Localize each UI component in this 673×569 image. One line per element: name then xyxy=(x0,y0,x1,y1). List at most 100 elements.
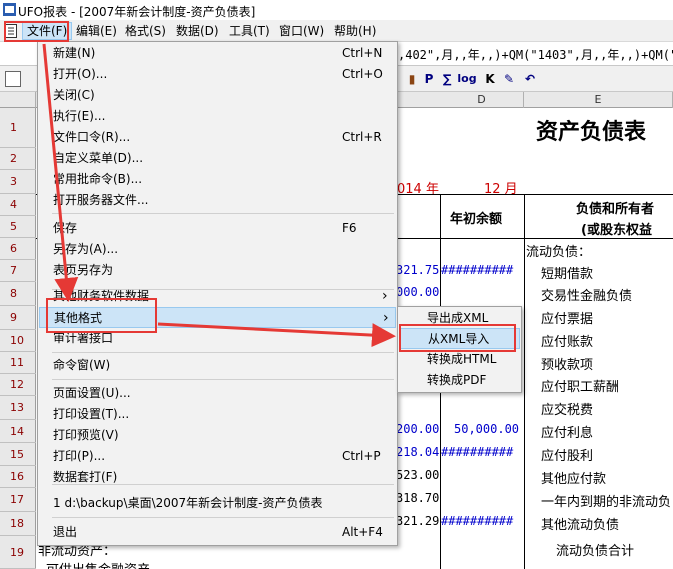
row-header[interactable]: 19 xyxy=(0,536,36,569)
row-header[interactable]: 18 xyxy=(0,512,36,536)
row-header[interactable]: 4 xyxy=(0,194,36,216)
period-end-value[interactable]: 000.00 xyxy=(396,285,439,299)
menu-item-page-setup[interactable]: 页面设置(U)... xyxy=(39,383,396,404)
row-header[interactable]: 14 xyxy=(0,420,36,443)
period-end-value[interactable]: 321.75 xyxy=(396,263,439,277)
liability-item[interactable]: 应付账款 xyxy=(541,331,593,350)
row-header[interactable]: 13 xyxy=(0,396,36,420)
period-end-value[interactable]: 200.00 xyxy=(396,422,439,436)
undo-icon[interactable]: ↶ xyxy=(522,71,538,87)
liability-item[interactable]: 一年内到期的非流动负 xyxy=(541,491,671,510)
column-header-d[interactable]: D xyxy=(440,92,524,108)
menu-data[interactable]: 数据(D) xyxy=(172,22,223,40)
liability-item[interactable]: 其他应付款 xyxy=(541,468,606,487)
liability-item[interactable]: 交易性金融负债 xyxy=(541,285,632,304)
row-header[interactable]: 9 xyxy=(0,306,36,330)
opening-balance-value[interactable]: ########## xyxy=(441,514,513,528)
menu-item-label: 退出 xyxy=(53,525,78,539)
row-header[interactable]: 6 xyxy=(0,238,36,260)
sum-icon[interactable]: ∑ xyxy=(439,71,455,87)
column-header-e[interactable]: E xyxy=(524,92,673,108)
menu-help[interactable]: 帮助(H) xyxy=(330,22,380,40)
column-divider-d xyxy=(524,194,525,569)
toolbar-k-icon[interactable]: K xyxy=(482,71,498,87)
menu-item-save-as[interactable]: 另存为(A)... xyxy=(39,239,396,260)
liability-item[interactable]: 短期借款 xyxy=(541,263,593,282)
partial-item[interactable]: 可供出售金融资产 xyxy=(46,559,150,569)
menu-item-batch-commands[interactable]: 常用批命令(B)... xyxy=(39,169,396,190)
annotation-box-import-xml xyxy=(399,324,516,352)
menu-item-data-overprint[interactable]: 数据套打(F) xyxy=(39,467,396,488)
row-header[interactable]: 7 xyxy=(0,260,36,282)
formula-text[interactable]: ,402",月,,年,,)+QM("1403",月,,年,,)+QM("140 xyxy=(398,46,673,63)
convert-html-item[interactable]: 转换成HTML xyxy=(399,349,520,370)
period-end-value[interactable]: 318.70 xyxy=(396,491,439,505)
period-end-value[interactable]: 218.04 xyxy=(396,445,439,459)
row-header[interactable]: 2 xyxy=(0,148,36,170)
row-header[interactable]: 1 xyxy=(0,108,36,148)
menu-item-label: 表页另存为 xyxy=(53,263,114,277)
liability-item[interactable]: 应付票据 xyxy=(541,308,593,327)
menu-item-recent-file-1[interactable]: 1 d:\backup\桌面\2007年新会计制度-资产负债表 xyxy=(39,493,396,514)
menu-item-print-preview[interactable]: 打印预览(V) xyxy=(39,425,396,446)
menu-item-save-sheet-as[interactable]: 表页另存为 xyxy=(39,260,396,281)
menu-format[interactable]: 格式(S) xyxy=(121,22,170,40)
row-header[interactable]: 10 xyxy=(0,330,36,352)
menu-item-open[interactable]: 打开(O)... Ctrl+O xyxy=(39,64,396,85)
convert-pdf-label: 转换成PDF xyxy=(427,373,487,387)
menu-item-print-setup[interactable]: 打印设置(T)... xyxy=(39,404,396,425)
menu-item-close[interactable]: 关闭(C) xyxy=(39,85,396,106)
menu-item-save[interactable]: 保存 F6 xyxy=(39,218,396,239)
convert-pdf-item[interactable]: 转换成PDF xyxy=(399,370,520,391)
liability-item[interactable]: 应付职工薪酬 xyxy=(541,376,619,395)
row-header[interactable]: 16 xyxy=(0,466,36,488)
menu-tools[interactable]: 工具(T) xyxy=(225,22,274,40)
row-header[interactable]: 11 xyxy=(0,352,36,374)
menu-item-new[interactable]: 新建(N) Ctrl+N xyxy=(39,43,396,64)
opening-balance-value[interactable]: 50,000.00 xyxy=(454,422,519,436)
menu-item-label: 保存 xyxy=(53,221,78,235)
menu-item-command-window[interactable]: 命令窗(W) xyxy=(39,355,396,376)
opening-balance-value[interactable]: ########## xyxy=(441,445,513,459)
menu-item-print[interactable]: 打印(P)... Ctrl+P xyxy=(39,446,396,467)
menu-window[interactable]: 窗口(W) xyxy=(275,22,328,40)
period-end-value[interactable]: 523.00 xyxy=(396,468,439,482)
menu-separator xyxy=(52,517,394,518)
liability-item[interactable]: 应交税费 xyxy=(541,399,593,418)
menu-item-exit[interactable]: 退出 Alt+F4 xyxy=(39,522,396,543)
liability-item[interactable]: 流动负债合计 xyxy=(556,540,634,559)
menu-edit[interactable]: 编辑(E) xyxy=(72,22,121,40)
print-icon[interactable]: ▮ xyxy=(404,71,420,87)
wizard-icon[interactable]: ✎ xyxy=(501,71,517,87)
row-header[interactable]: 5 xyxy=(0,216,36,238)
menu-item-custom-menu[interactable]: 自定义菜单(D)... xyxy=(39,148,396,169)
header-opening-balance: 年初余额 xyxy=(450,212,503,227)
annotation-box-other-formats xyxy=(46,298,157,333)
header-liabilities-2: (或股东权益 xyxy=(581,223,652,238)
liability-item[interactable]: 其他流动负债 xyxy=(541,514,619,533)
liability-item[interactable]: 应付利息 xyxy=(541,422,593,441)
row-header[interactable]: 8 xyxy=(0,282,36,306)
toolbar-p-icon[interactable]: P xyxy=(421,71,437,87)
chevron-right-icon: › xyxy=(383,310,389,326)
toolbar-icon-left[interactable] xyxy=(5,71,21,87)
row-header[interactable]: 15 xyxy=(0,443,36,466)
row-header[interactable]: 12 xyxy=(0,374,36,396)
menu-item-shortcut: F6 xyxy=(342,221,357,235)
menu-item-execute[interactable]: 执行(E)... xyxy=(39,106,396,127)
title-bar: UFO报表 - [2007年新会计制度-资产负债表] xyxy=(0,0,673,20)
menu-item-password[interactable]: 文件口令(R)... Ctrl+R xyxy=(39,127,396,148)
period-end-value[interactable]: 321.29 xyxy=(396,514,439,528)
liability-item[interactable]: 预收款项 xyxy=(541,354,593,373)
menu-separator xyxy=(52,213,394,214)
section-current-liabilities[interactable]: 流动负债： xyxy=(526,241,591,260)
menu-item-open-server-file[interactable]: 打开服务器文件... xyxy=(39,190,396,211)
row-header[interactable]: 17 xyxy=(0,488,36,512)
opening-balance-value[interactable]: ########## xyxy=(441,263,513,277)
row-header[interactable]: 3 xyxy=(0,170,36,194)
corner-cell[interactable] xyxy=(0,92,36,108)
liability-item[interactable]: 应付股利 xyxy=(541,445,593,464)
menu-item-label: 常用批命令(B)... xyxy=(53,172,143,186)
menu-separator xyxy=(52,379,394,380)
log-icon[interactable]: log xyxy=(456,71,478,87)
